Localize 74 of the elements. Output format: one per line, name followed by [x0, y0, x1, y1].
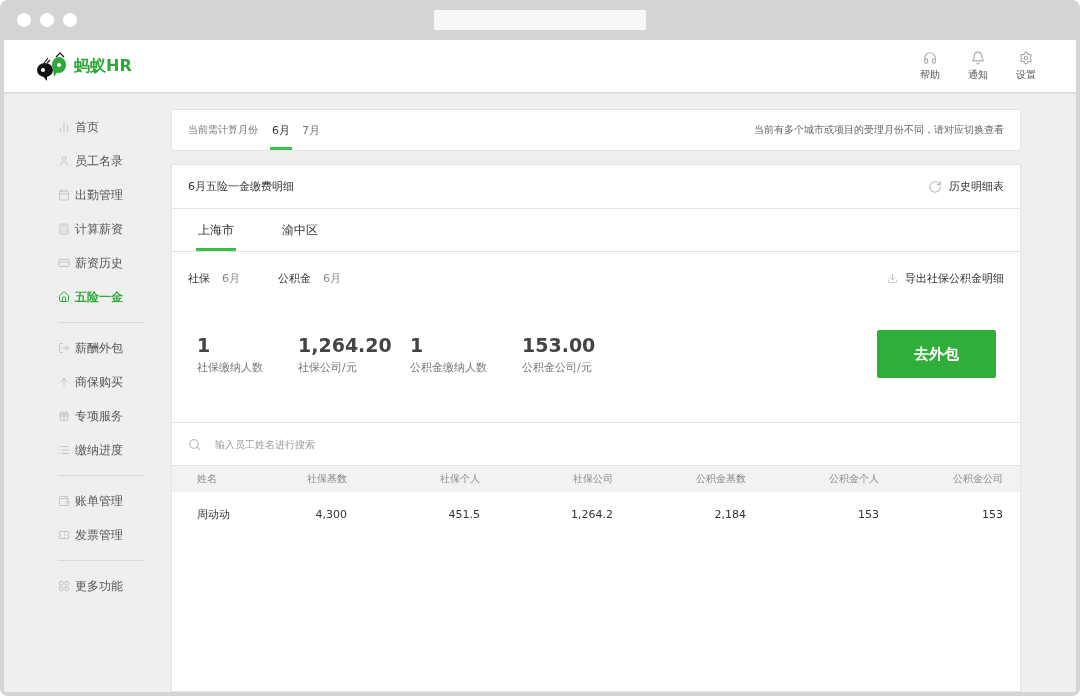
- sidebar-item[interactable]: 员工名录: [58, 144, 171, 178]
- window-dot[interactable]: [40, 13, 54, 27]
- bar-chart-icon: [58, 121, 70, 133]
- column-header: 公积金个人: [828, 472, 879, 486]
- header-action[interactable]: 通知: [968, 50, 988, 82]
- stat-label: 社保公司/元: [298, 359, 358, 375]
- header-action[interactable]: 帮助: [920, 50, 940, 82]
- sidebar-item[interactable]: 薪资历史: [58, 246, 171, 280]
- table-cell-text: 1,264.2: [570, 507, 613, 521]
- grid-icon: [58, 580, 70, 592]
- sidebar-item[interactable]: 首页: [58, 110, 171, 144]
- window-dot[interactable]: [17, 13, 31, 27]
- card-icon: [58, 257, 70, 269]
- table-cell-text: 153: [981, 507, 1003, 521]
- period-value: 6月: [222, 270, 240, 286]
- sidebar-item[interactable]: 专项服务: [58, 399, 171, 433]
- table-cell-text: 4,300: [314, 507, 347, 521]
- sidebar-item[interactable]: 账单管理: [58, 484, 171, 518]
- address-bar[interactable]: [434, 10, 646, 30]
- notification-icon: [971, 50, 985, 65]
- refresh-icon: [928, 179, 942, 194]
- stat-value: 1: [197, 333, 212, 356]
- wallet-icon: [58, 495, 70, 507]
- user-icon: [58, 155, 70, 167]
- notice-text: 当前有多个城市或项目的受理月份不同，请对应切换查看: [754, 123, 1004, 137]
- column-header: 社保基数: [306, 472, 347, 486]
- column-header: 姓名: [197, 472, 218, 486]
- header-action[interactable]: 设置: [1016, 50, 1036, 82]
- column-header: 公积金公司: [952, 472, 1003, 486]
- download-icon: [887, 272, 898, 284]
- stat-value: 1: [410, 333, 425, 356]
- column-header: 社保公司: [572, 472, 613, 486]
- calculator-icon: [58, 223, 70, 235]
- window-dot[interactable]: [63, 13, 77, 27]
- sidebar-item[interactable]: 发票管理: [58, 518, 171, 552]
- city-tab[interactable]: 渝中区: [280, 209, 320, 251]
- month-tab[interactable]: 6月: [270, 110, 292, 150]
- sidebar-item[interactable]: 缴纳进度: [58, 433, 171, 467]
- table-cell-text: 153: [857, 507, 879, 521]
- stat-label: 公积金公司/元: [522, 359, 593, 375]
- stat-value: 1,264.20: [298, 333, 393, 356]
- calendar-icon: [58, 189, 70, 201]
- sidebar-item[interactable]: 薪酬外包: [58, 331, 171, 365]
- city-tab[interactable]: 上海市: [196, 209, 236, 251]
- sidebar-item[interactable]: 商保购买: [58, 365, 171, 399]
- month-tab[interactable]: 7月: [300, 110, 322, 150]
- list-icon: [58, 444, 70, 456]
- sidebar-item[interactable]: 出勤管理: [58, 178, 171, 212]
- export-link[interactable]: 导出社保公积金明细: [887, 270, 1004, 286]
- table-cell-text: 2,184: [713, 507, 746, 521]
- headset-icon: [923, 50, 937, 65]
- stat-label: 社保缴纳人数: [197, 359, 264, 375]
- period-value: 6月: [323, 270, 341, 286]
- table-cell-text: 451.5: [447, 507, 480, 521]
- arrow-up-icon: [58, 376, 70, 388]
- sidebar-item[interactable]: 计算薪资: [58, 212, 171, 246]
- stat-label: 公积金缴纳人数: [410, 359, 488, 375]
- period-label: 公积金: [278, 270, 311, 286]
- house-icon: [58, 291, 70, 303]
- gift-icon: [58, 410, 70, 422]
- search-icon: [188, 437, 201, 451]
- period-label: 社保: [188, 270, 210, 286]
- logo-text: 蚂蚁HR: [74, 55, 132, 77]
- column-header: 社保个人: [439, 472, 480, 486]
- ticket-icon: [58, 529, 70, 541]
- month-label: 当前需计算月份: [188, 123, 258, 137]
- table-cell-text: 周动动: [197, 506, 231, 522]
- settings-icon: [1019, 50, 1033, 65]
- column-header: 公积金基数: [695, 472, 746, 486]
- sidebar-item[interactable]: 更多功能: [58, 569, 171, 603]
- history-link[interactable]: 历史明细表: [928, 179, 1004, 194]
- card-title: 6月五险一金缴费明细: [188, 179, 294, 194]
- stat-value: 153.00: [522, 333, 597, 356]
- exit-icon: [58, 342, 70, 354]
